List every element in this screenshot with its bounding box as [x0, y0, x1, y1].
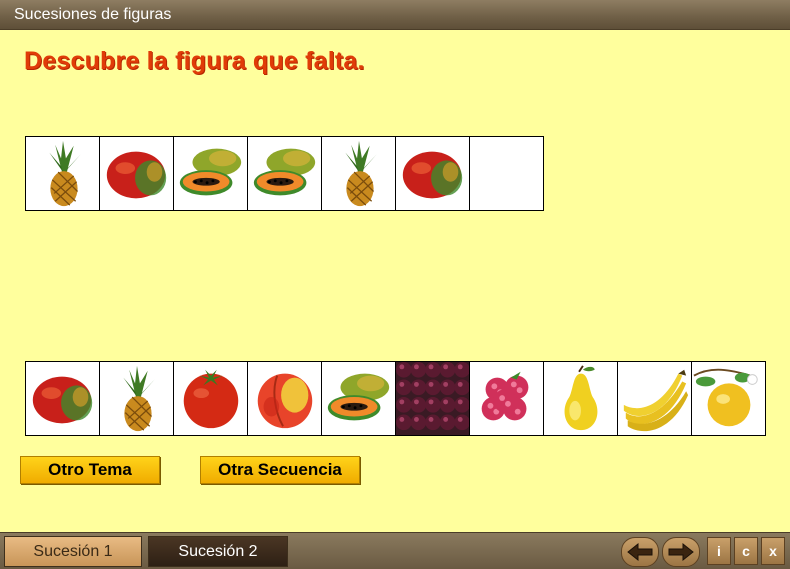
- forward-arrow-button[interactable]: [662, 537, 700, 567]
- papaya-icon[interactable]: [321, 361, 396, 436]
- otra-secuencia-button[interactable]: Otra Secuencia: [200, 456, 360, 484]
- info-button[interactable]: i: [707, 537, 731, 565]
- sequence-row: [25, 136, 544, 211]
- mango-icon[interactable]: [25, 361, 100, 436]
- mango-icon: [395, 136, 470, 211]
- papaya-icon: [247, 136, 322, 211]
- tomato-icon[interactable]: [173, 361, 248, 436]
- pineapple-icon: [321, 136, 396, 211]
- otro-tema-button[interactable]: Otro Tema: [20, 456, 160, 484]
- window-title: Sucesiones de figuras: [14, 6, 172, 23]
- instruction-heading: Descubre la figura que falta.: [24, 47, 365, 75]
- arrow-left-icon: [627, 542, 653, 562]
- lemon-icon[interactable]: [691, 361, 766, 436]
- mango-icon: [99, 136, 174, 211]
- peach-icon[interactable]: [247, 361, 322, 436]
- arrow-right-icon: [668, 542, 694, 562]
- pear-icon[interactable]: [543, 361, 618, 436]
- pineapple-icon: [25, 136, 100, 211]
- back-arrow-button[interactable]: [621, 537, 659, 567]
- bananas-icon[interactable]: [617, 361, 692, 436]
- pineapple-icon[interactable]: [99, 361, 174, 436]
- papaya-icon: [173, 136, 248, 211]
- exercise-area: Descubre la figura que falta. Otro Tema …: [0, 30, 790, 532]
- blackberries-icon[interactable]: [395, 361, 470, 436]
- title-bar: Sucesiones de figuras: [0, 0, 790, 30]
- credits-button[interactable]: c: [734, 537, 758, 565]
- empty-answer-slot[interactable]: [469, 136, 544, 211]
- close-button[interactable]: x: [761, 537, 785, 565]
- bottom-bar: Sucesión 1 Sucesión 2 i c x: [0, 532, 790, 569]
- tab-sucesion-1[interactable]: Sucesión 1: [4, 536, 142, 567]
- raspberries-icon[interactable]: [469, 361, 544, 436]
- options-row: [25, 361, 766, 436]
- tab-sucesion-2[interactable]: Sucesión 2: [148, 536, 288, 567]
